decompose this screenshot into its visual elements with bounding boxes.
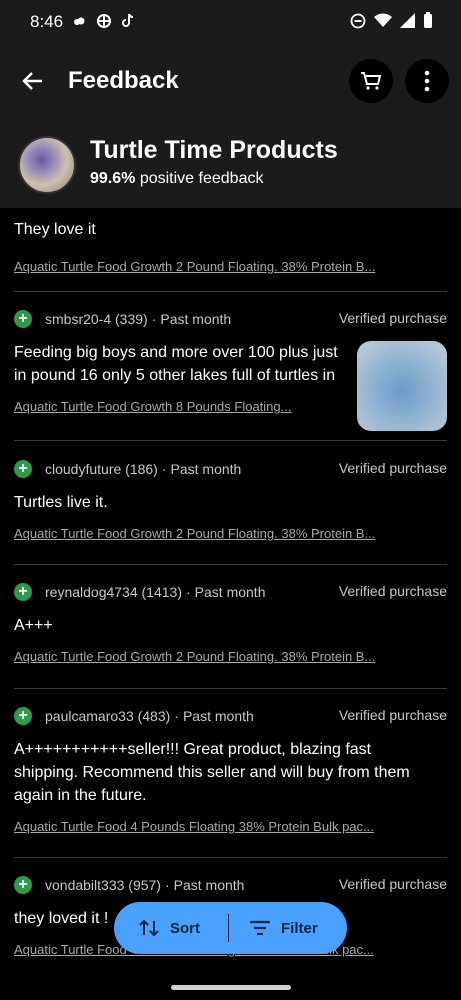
- tiktok-icon: [122, 13, 134, 27]
- review-date: Past month: [160, 311, 232, 327]
- wifi-icon: [374, 13, 392, 27]
- product-link[interactable]: Aquatic Turtle Food Growth 2 Pound Float…: [14, 259, 447, 274]
- positive-icon: +: [14, 583, 32, 601]
- review-text: Feeding big boys and more over 100 plus …: [14, 344, 338, 384]
- feedback-list[interactable]: They love it Aquatic Turtle Food Growth …: [0, 208, 461, 973]
- review-date: Past month: [182, 708, 254, 724]
- status-bar: 8:46: [0, 0, 461, 46]
- divider: [14, 688, 447, 689]
- fab-divider: [228, 914, 229, 942]
- review-text: They love it: [14, 221, 96, 238]
- sort-button[interactable]: Sort: [138, 918, 200, 938]
- positive-icon: +: [14, 707, 32, 725]
- positive-icon: +: [14, 876, 32, 894]
- more-options-button[interactable]: [405, 59, 449, 103]
- page-title: Feedback: [68, 67, 179, 94]
- review-date: Past month: [170, 461, 242, 477]
- sort-filter-bar: Sort Filter: [114, 902, 347, 954]
- reviewer-name: smbsr20-4 (339): [45, 311, 148, 327]
- divider: [14, 857, 447, 858]
- positive-feedback-label: positive feedback: [139, 170, 264, 187]
- review-text: A+++++++++++seller!!! Great product, bla…: [14, 741, 410, 804]
- divider: [14, 564, 447, 565]
- reviewer-name: paulcamaro33 (483): [45, 708, 171, 724]
- verified-purchase-label: Verified purchase: [338, 460, 447, 476]
- verified-purchase-label: Verified purchase: [338, 707, 447, 723]
- gesture-nav-bar: [0, 973, 461, 1000]
- reviewer-name: vondabilt333 (957): [45, 877, 161, 893]
- review-date: Past month: [194, 584, 266, 600]
- cart-button[interactable]: [349, 59, 393, 103]
- list-item: + smbsr20-4 (339) · Past month Verified …: [14, 310, 447, 431]
- review-text: Turtles live it.: [14, 494, 108, 511]
- filter-label: Filter: [281, 919, 318, 937]
- reviewer-name: cloudyfuture (186): [45, 461, 158, 477]
- product-link[interactable]: Aquatic Turtle Food Growth 2 Pound Float…: [14, 649, 447, 664]
- product-link[interactable]: Aquatic Turtle Food Growth 2 Pound Float…: [14, 526, 447, 541]
- seller-avatar: [18, 136, 76, 194]
- seller-name: Turtle Time Products: [90, 136, 338, 164]
- cart-icon: [361, 72, 382, 90]
- status-right-icons: [350, 12, 433, 29]
- verified-purchase-label: Verified purchase: [338, 876, 447, 892]
- divider: [14, 291, 447, 292]
- pinwheel-icon: [97, 14, 111, 28]
- list-item: + paulcamaro33 (483) · Past month Verifi…: [14, 707, 447, 834]
- list-item: + cloudyfuture (186) · Past month Verifi…: [14, 460, 447, 541]
- home-indicator[interactable]: [171, 985, 291, 990]
- list-item: + reynaldog4734 (1413) · Past month Veri…: [14, 583, 447, 664]
- review-photo[interactable]: [357, 341, 447, 431]
- review-text: A+++: [14, 617, 53, 634]
- reviewer-name: reynaldog4734 (1413): [45, 584, 182, 600]
- positive-icon: +: [14, 460, 32, 478]
- seller-feedback-score: 99.6% positive feedback: [90, 170, 263, 188]
- sort-label: Sort: [170, 919, 200, 937]
- more-vertical-icon: [424, 70, 430, 92]
- filter-button[interactable]: Filter: [249, 919, 318, 937]
- back-arrow-icon: [22, 72, 42, 90]
- filter-icon: [250, 920, 270, 936]
- verified-purchase-label: Verified purchase: [338, 310, 447, 326]
- battery-icon: [424, 12, 432, 28]
- sort-icon: [139, 919, 159, 937]
- dnd-icon: [350, 13, 366, 28]
- product-link[interactable]: Aquatic Turtle Food 4 Pounds Floating 38…: [14, 819, 447, 834]
- divider: [14, 440, 447, 441]
- cloud-icon: [74, 17, 85, 25]
- list-item: They love it Aquatic Turtle Food Growth …: [14, 218, 447, 274]
- back-button[interactable]: [18, 66, 48, 96]
- app-bar: Feedback Turtle Time Products 99.6% posi…: [0, 46, 461, 208]
- status-time: 8:46: [30, 12, 64, 31]
- verified-purchase-label: Verified purchase: [338, 583, 447, 599]
- status-left-icons: [72, 13, 134, 29]
- positive-icon: +: [14, 310, 32, 328]
- positive-percentage: 99.6%: [90, 170, 136, 187]
- signal-icon: [400, 13, 415, 28]
- review-date: Past month: [173, 877, 245, 893]
